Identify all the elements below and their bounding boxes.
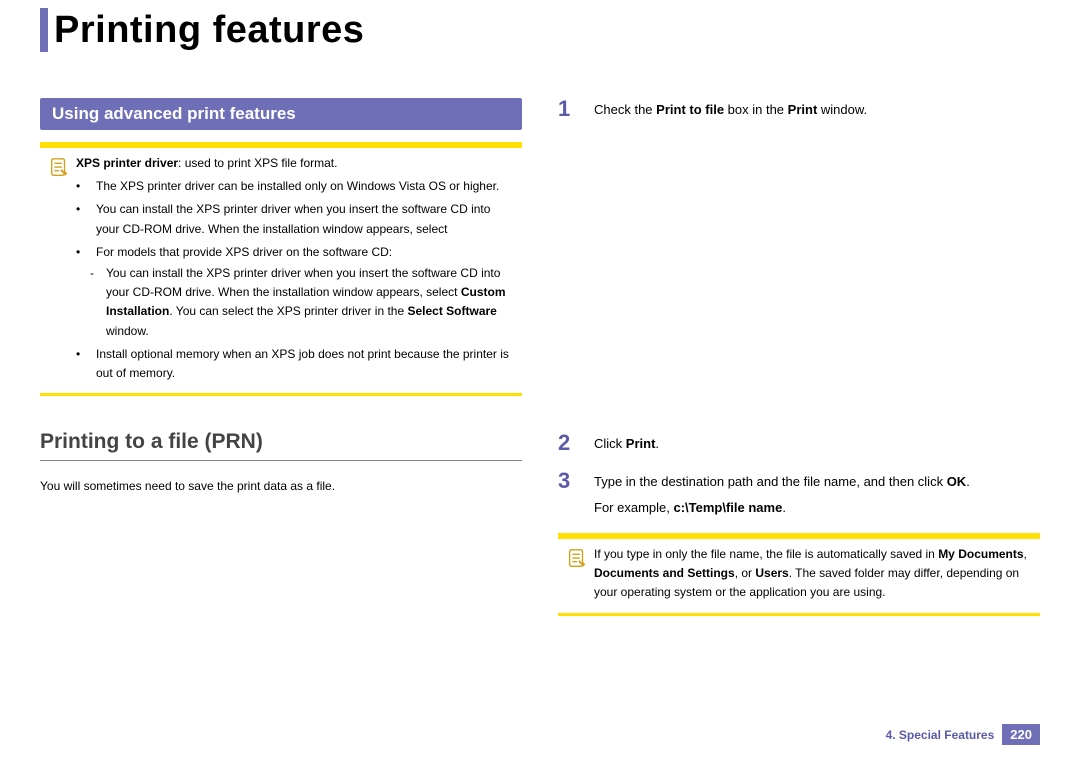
sub-frag: window. [106,324,149,338]
sub-frag-bold: Select Software [407,304,496,318]
step-2: 2 Click Print. [558,432,1040,454]
bullet-row: • You can install the XPS printer driver… [76,200,514,238]
step-frag-bold: Print [626,436,656,451]
step-number: 3 [558,470,576,492]
step-frag: Click [594,436,626,451]
step-3: 3 Type in the destination path and the f… [558,470,1040,517]
step-number: 2 [558,432,576,454]
screenshot-placeholder [558,136,1040,432]
bullet-icon: • [76,200,90,238]
step-frag-bold: OK [947,474,967,489]
step-1: 1 Check the Print to file box in the Pri… [558,98,1040,120]
section-header-advanced: Using advanced print features [40,98,522,130]
sub-bullet-text: You can install the XPS printer driver w… [106,264,514,341]
step-frag: Check the [594,102,656,117]
page-title: Printing features [54,9,364,52]
step-text: Type in the destination path and the fil… [594,470,1040,517]
step-frag: . [966,474,970,489]
bullet-text: For models that provide XPS driver on th… [96,243,514,262]
right-column: 1 Check the Print to file box in the Pri… [558,98,1040,616]
step-frag: window. [817,102,867,117]
sub-frag: You can install the XPS printer driver w… [106,266,500,299]
step-text: Click Print. [594,432,1040,454]
page-title-bar: Printing features [40,8,1040,52]
footer-page-number: 220 [1002,724,1040,745]
step-frag-bold: Print [788,102,818,117]
step-frag: . [655,436,659,451]
note2-frag: , or [735,566,756,580]
note2-frag: , [1024,547,1027,561]
note-icon [566,545,594,603]
footer-chapter-label: 4. Special Features [886,728,995,742]
bullet-icon: • [76,243,90,262]
note-box-save-location: If you type in only the file name, the f… [558,533,1040,616]
note2-frag: If you type in only the file name, the f… [594,547,938,561]
sub-bullet-row: - You can install the XPS printer driver… [90,264,514,341]
body-text: You will sometimes need to save the prin… [40,477,522,496]
content-columns: Using advanced print features XPS printe… [40,98,1040,616]
step-text: Check the Print to file box in the Print… [594,98,1040,120]
bullet-text: The XPS printer driver can be installed … [96,177,514,196]
step-example-frag: . [782,500,786,515]
note2-bold: My Documents [938,547,1023,561]
bullet-row: • Install optional memory when an XPS jo… [76,345,514,383]
bullet-icon: • [76,177,90,196]
step-frag: Type in the destination path and the fil… [594,474,947,489]
note-box-xps: XPS printer driver: used to print XPS fi… [40,142,522,396]
left-column: Using advanced print features XPS printe… [40,98,522,616]
note-lead-rest: : used to print XPS file format. [178,156,337,170]
page-footer: 4. Special Features 220 [886,724,1040,745]
bullet-row: • For models that provide XPS driver on … [76,243,514,262]
bullet-row: • The XPS printer driver can be installe… [76,177,514,196]
bullet-frag: You can install the XPS printer driver w… [96,202,490,235]
step-frag: box in the [724,102,788,117]
note-body: XPS printer driver: used to print XPS fi… [76,154,514,383]
step-example-frag: For example, [594,500,673,515]
bullet-text: You can install the XPS printer driver w… [96,200,514,238]
step-example-bold: c:\Temp\file name [673,500,782,515]
note2-bold: Documents and Settings [594,566,735,580]
step-number: 1 [558,98,576,120]
note-body: If you type in only the file name, the f… [594,545,1032,603]
bullet-text: Install optional memory when an XPS job … [96,345,514,383]
dash-icon: - [90,264,100,341]
note-icon [48,154,76,383]
bullet-icon: • [76,345,90,383]
subsection-title-prn: Printing to a file (PRN) [40,430,522,461]
note-lead-bold: XPS printer driver [76,156,178,170]
step-frag-bold: Print to file [656,102,724,117]
note2-bold: Users [755,566,788,580]
sub-frag: . You can select the XPS printer driver … [169,304,407,318]
title-accent-bar [40,8,48,52]
document-page: Printing features Using advanced print f… [0,0,1080,763]
